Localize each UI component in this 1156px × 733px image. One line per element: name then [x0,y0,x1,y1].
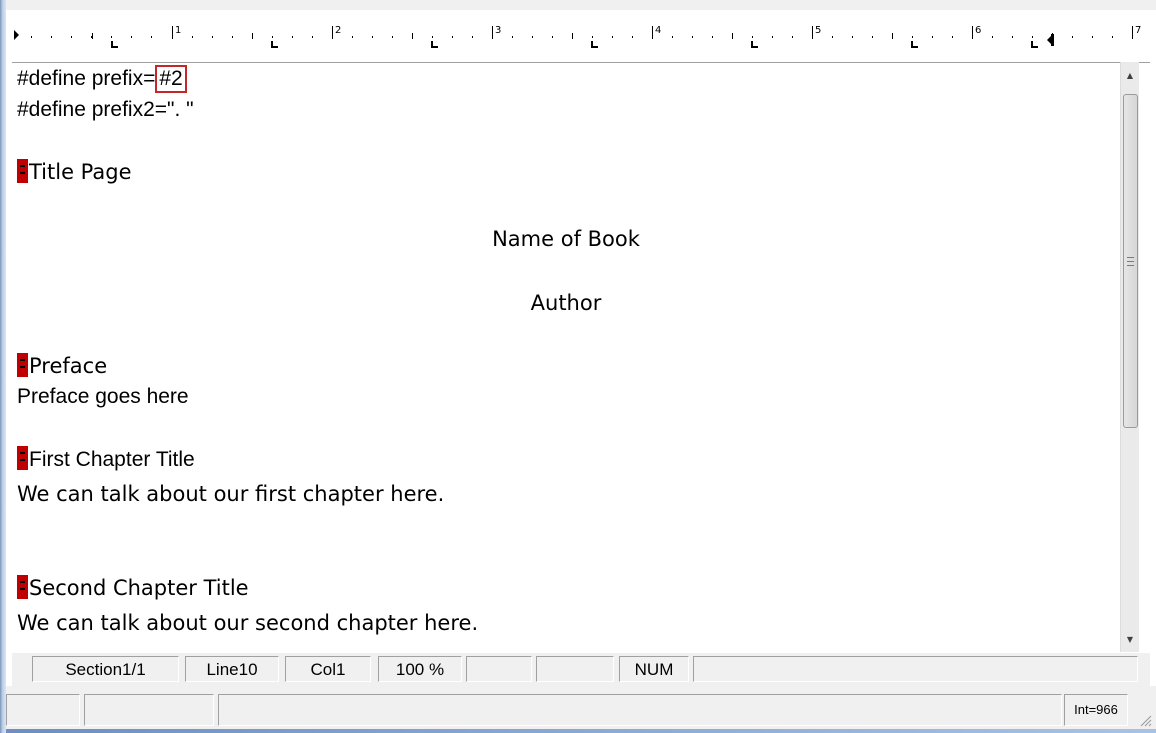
preface-text: Preface goes here [17,385,189,408]
status2-pane-1 [6,694,80,726]
status-section: Section1/1 [32,656,179,682]
define-prefix-value-highlight: #2 [155,65,187,93]
book-name: Name of Book [492,227,640,251]
ruler-number: 1 [175,25,182,36]
status-empty-2 [536,656,614,682]
ruler-number: 6 [975,25,982,36]
status-num: NUM [619,656,689,682]
grip-icon [1127,256,1134,266]
window-top-strip [6,0,1156,10]
status-bar: Section1/1 Line10 Col1 100 % NUM [12,653,1150,686]
left-indent-marker [14,30,19,40]
preface-heading: Preface [17,353,107,379]
section-marker-icon[interactable] [17,446,28,470]
status-empty-1 [466,656,532,682]
scroll-up-icon[interactable]: ▲ [1121,62,1139,88]
ruler-number: 4 [655,25,662,36]
ruler-tab-stops [111,41,1038,48]
status2-pane-2 [84,694,214,726]
scroll-down-icon[interactable]: ▼ [1121,626,1139,652]
window-left-border [0,0,6,733]
ruler-inch-ticks [172,26,1133,39]
scrollbar-thumb[interactable] [1123,94,1138,428]
ruler-number: 2 [335,25,342,36]
define-prefix-text: #define prefix= [17,67,156,90]
preface-label: Preface [29,354,108,378]
ruler[interactable]: 1 2 3 4 5 6 7 [12,22,1150,62]
resize-grip-icon[interactable] [1138,713,1152,727]
chapter1-label: First Chapter Title [29,448,195,471]
author-name: Author [530,291,602,315]
window-bottom-border [6,729,1156,733]
status-empty-3 [693,656,1138,682]
ruler-number: 3 [495,25,502,36]
status-int: Int=966 [1064,694,1128,726]
status-col: Col1 [285,656,371,682]
chapter1-text: We can talk about our first chapter here… [17,482,445,506]
ruler-number: 5 [815,25,822,36]
define-prefix2-line: #define prefix2=". " [17,98,194,121]
title-page-heading: Title Page [17,159,132,185]
title-page-label: Title Page [29,160,132,184]
define-prefix-line: #define prefix= #2 [17,65,187,93]
document-editor[interactable]: #define prefix= #2 #define prefix2=". " T… [12,62,1150,653]
chapter2-heading: Second Chapter Title [17,575,249,601]
vertical-scrollbar[interactable]: ▲ ▼ [1120,62,1139,652]
status2-pane-3 [218,694,1062,726]
chapter2-label: Second Chapter Title [29,576,249,600]
chapter1-heading: First Chapter Title [17,446,195,473]
status-line: Line10 [185,656,279,682]
chapter2-text: We can talk about our second chapter her… [17,611,479,635]
section-marker-icon[interactable] [17,575,28,599]
window-status-bar: Int=966 [6,686,1156,733]
ruler-half-ticks [92,33,1053,39]
status-zoom: 100 % [378,656,462,682]
section-marker-icon[interactable] [17,159,28,183]
ruler-number: 7 [1135,25,1142,36]
section-marker-icon[interactable] [17,353,28,377]
